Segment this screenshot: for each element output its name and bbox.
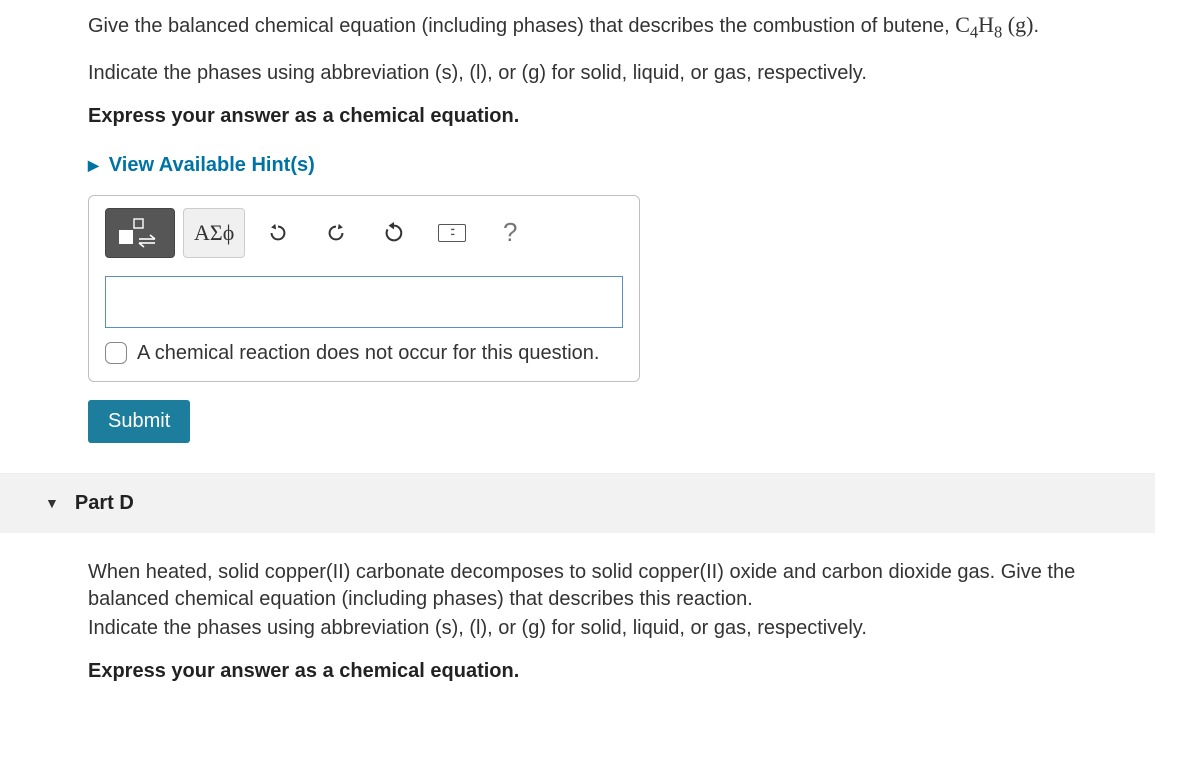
partd-line-1: When heated, solid copper(II) carbonate … [88,559,1140,613]
help-label: ? [503,217,517,248]
question-block: Give the balanced chemical equation (inc… [0,10,1200,443]
greek-label: ΑΣϕ [194,220,234,246]
chemical-equation-input[interactable] [105,276,623,328]
help-button[interactable]: ? [485,208,535,258]
hints-label: View Available Hint(s) [109,154,315,177]
question-line-2: Indicate the phases using abbreviation (… [88,60,1140,87]
question-line-1: Give the balanced chemical equation (inc… [88,10,1140,44]
part-d-title: Part D [75,492,134,515]
reset-icon [383,222,405,244]
part-d-toggle[interactable]: ▼ Part D [0,473,1155,533]
view-hints-toggle[interactable]: ▶ View Available Hint(s) [88,154,315,177]
q1-prefix: Give the balanced chemical equation (inc… [88,15,955,37]
chevron-right-icon: ▶ [88,157,99,174]
no-reaction-row: A chemical reaction does not occur for t… [105,342,623,365]
undo-button[interactable] [253,208,303,258]
no-reaction-checkbox[interactable] [105,342,127,364]
butene-formula: C4H8 (g) [955,12,1033,37]
undo-icon [267,222,289,244]
reset-button[interactable] [369,208,419,258]
keyboard-button[interactable]: ▪▪▪▪▪▪▪▪ [427,208,477,258]
keyboard-icon: ▪▪▪▪▪▪▪▪ [438,224,466,242]
redo-icon [325,222,347,244]
partd-line-3: Express your answer as a chemical equati… [88,658,1140,685]
no-reaction-label: A chemical reaction does not occur for t… [137,342,599,365]
submit-button[interactable]: Submit [88,400,190,443]
equation-template-icon [117,216,163,250]
question-line-3: Express your answer as a chemical equati… [88,103,1140,130]
partd-line-2: Indicate the phases using abbreviation (… [88,615,1140,642]
part-d-body: When heated, solid copper(II) carbonate … [0,533,1200,685]
chevron-down-icon: ▼ [45,495,59,511]
editor-toolbar: ΑΣϕ ▪▪▪▪▪▪▪▪ ? [105,208,623,258]
equation-editor: ΑΣϕ ▪▪▪▪▪▪▪▪ ? [88,195,640,382]
chem-template-button[interactable] [105,208,175,258]
greek-symbols-button[interactable]: ΑΣϕ [183,208,245,258]
redo-button[interactable] [311,208,361,258]
